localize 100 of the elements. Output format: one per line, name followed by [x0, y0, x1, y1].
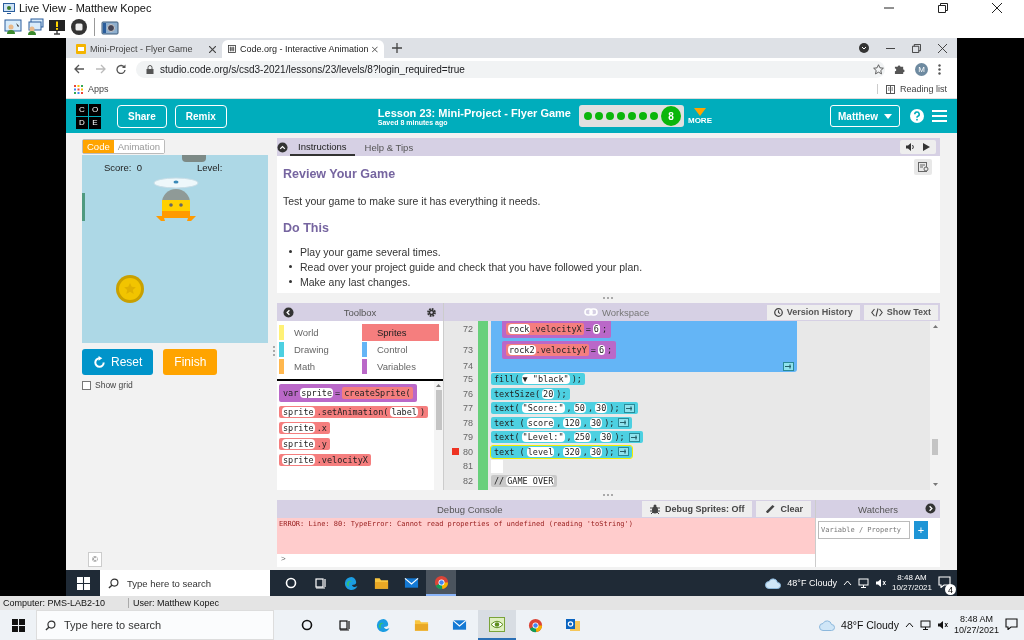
code-slot[interactable]: sprite: [282, 407, 315, 417]
line-number: 80: [463, 446, 473, 457]
code-block[interactable]: sprite .x: [279, 422, 330, 434]
code-slot[interactable]: 6: [597, 344, 606, 355]
code-text: text(: [494, 432, 520, 443]
code-slot[interactable]: sprite: [300, 388, 334, 398]
code-block[interactable]: text ( level , 320 , 30 );: [491, 445, 633, 458]
code-text: );: [604, 417, 615, 428]
code-slot[interactable]: 30: [589, 417, 603, 428]
toolbox-category[interactable]: Sprites: [362, 324, 439, 341]
panel-title: Toolbox: [343, 306, 377, 318]
code-text: .velocityX: [530, 323, 582, 334]
control-block[interactable]: rock.velocityX = 6 ; rock2.velocityY = 6 ;: [491, 321, 797, 372]
reading-list-link[interactable]: Reading list: [899, 84, 947, 94]
code-block[interactable]: rock.velocityX = 6 ;: [502, 321, 612, 338]
logo-letter: O: [89, 103, 101, 116]
code-block[interactable]: sprite .setAnimation( label ): [279, 406, 429, 418]
code-block[interactable]: rock2.velocityY = 6 ;: [502, 340, 617, 359]
code-text: ,: [556, 446, 562, 457]
line-number: 72: [463, 323, 473, 334]
line-number: 78: [463, 417, 473, 428]
code-block[interactable]: // GAME OVER: [491, 474, 558, 487]
code-slot[interactable]: "Score:": [521, 403, 565, 414]
toolbox-category[interactable]: Control: [362, 341, 439, 358]
code-slot[interactable]: 20: [542, 388, 555, 399]
code-slot[interactable]: level: [526, 446, 555, 457]
category-label: Math: [294, 361, 316, 372]
level-text: Level:: [197, 162, 223, 173]
line-number: 73: [463, 344, 473, 355]
instruction-text: Test your game to make sure it has everything it needs.: [283, 195, 542, 207]
browser-tab[interactable]: Code.org - Interactive Animation: [222, 40, 384, 58]
line-number: 77: [463, 403, 473, 414]
code-slot[interactable]: rock2: [508, 344, 536, 355]
code-slot[interactable]: "Level:": [521, 432, 565, 443]
clock-time: 8:48 AM: [959, 614, 993, 625]
toolbox-category[interactable]: Drawing: [279, 341, 356, 358]
code-text: text(: [494, 403, 520, 414]
code-slot[interactable]: 50: [573, 403, 586, 414]
panel-title: Debug Console: [437, 503, 503, 515]
profile-avatar[interactable]: M: [915, 62, 928, 76]
line-number: 74: [463, 361, 473, 371]
toolbox-category[interactable]: Math: [279, 358, 356, 375]
code-slot[interactable]: sprite: [282, 439, 315, 449]
bookmark-link[interactable]: Apps: [88, 84, 109, 94]
address-bar[interactable]: studio.code.org/s/csd3-2021/lessons/23/levels/8?login_required=true: [136, 60, 885, 78]
code-slot[interactable]: ▼ "black": [521, 374, 570, 385]
code-block[interactable]: sprite .y: [279, 438, 330, 450]
instructions-tab[interactable]: Instructions: [290, 138, 355, 156]
code-text: ;: [601, 323, 608, 334]
code-text: );: [614, 432, 625, 443]
code-block[interactable]: text( "Score:" , 50 , 30 );: [491, 402, 638, 415]
version-history-button[interactable]: Version History: [766, 304, 860, 320]
code-slot[interactable]: sprite: [282, 455, 315, 465]
code-slot[interactable]: label: [390, 407, 418, 417]
code-text: .velocityX: [316, 455, 368, 465]
code-block[interactable]: textSize( 20 );: [491, 387, 570, 400]
code-block[interactable]: fill( ▼ "black" );: [491, 373, 585, 386]
tab-title: Mini-Project - Flyer Game: [90, 44, 194, 54]
copyright-button[interactable]: ©: [88, 552, 102, 567]
debug-sprites-button[interactable]: Debug Sprites: Off: [641, 501, 753, 517]
browser-tab[interactable]: Mini-Project - Flyer Game: [70, 40, 222, 58]
property-block[interactable]: rock.velocityX: [506, 322, 584, 335]
code-slot[interactable]: GAME OVER: [506, 475, 555, 486]
code-slot[interactable]: rock: [508, 323, 531, 334]
code-slot[interactable]: sprite: [282, 423, 315, 433]
code-text: );: [609, 403, 620, 414]
show-text-button[interactable]: Show Text: [863, 304, 938, 320]
bullet-text: Play your game several times.: [300, 245, 441, 258]
code-block[interactable]: text ( score , 120 , 30 );: [491, 416, 633, 429]
lesson-title: Lesson 23: Mini-Project - Flyer Game: [377, 106, 571, 119]
score-text: Score: 0: [104, 162, 143, 173]
code-slot[interactable]: score: [526, 417, 555, 428]
panel-title: Watchers: [858, 503, 898, 515]
clock-date: 10/27/2021: [953, 625, 999, 636]
toolbox-category[interactable]: Variables: [362, 358, 439, 375]
instructions-tab[interactable]: Help & Tips: [356, 138, 422, 156]
property-block[interactable]: rock2.velocityY: [506, 343, 589, 356]
code-text: );: [571, 374, 582, 385]
code-block[interactable]: sprite .velocityX: [279, 454, 371, 466]
line-number: 79: [463, 432, 473, 443]
code-block[interactable]: var sprite = createSprite(: [279, 384, 417, 402]
code-slot[interactable]: 120: [563, 417, 581, 428]
code-text: //: [494, 475, 505, 486]
window-title: Live View - Matthew Kopec: [19, 2, 152, 14]
code-text: fill(: [494, 374, 520, 385]
bullet-text: Make any last changes.: [300, 275, 411, 288]
code-block[interactable]: text( "Level:" , 250 , 30 );: [491, 431, 643, 444]
code-slot[interactable]: 30: [600, 432, 613, 443]
toolbox-category[interactable]: World: [279, 324, 356, 341]
code-slot[interactable]: 30: [595, 403, 608, 414]
code-slot[interactable]: 250: [573, 432, 592, 443]
code-slot[interactable]: 6: [592, 323, 600, 334]
code-slot[interactable]: 30: [589, 446, 603, 457]
property-block[interactable]: createSprite(: [342, 387, 413, 399]
taskbar-search-field[interactable]: Type here to search: [100, 570, 270, 596]
clear-button[interactable]: Clear: [756, 501, 811, 517]
line-number: 75: [463, 374, 473, 385]
code-slot[interactable]: 320: [563, 446, 581, 457]
user-name: User: Matthew Kopec: [132, 598, 220, 608]
taskbar-search-field[interactable]: Type here to search: [36, 610, 274, 640]
